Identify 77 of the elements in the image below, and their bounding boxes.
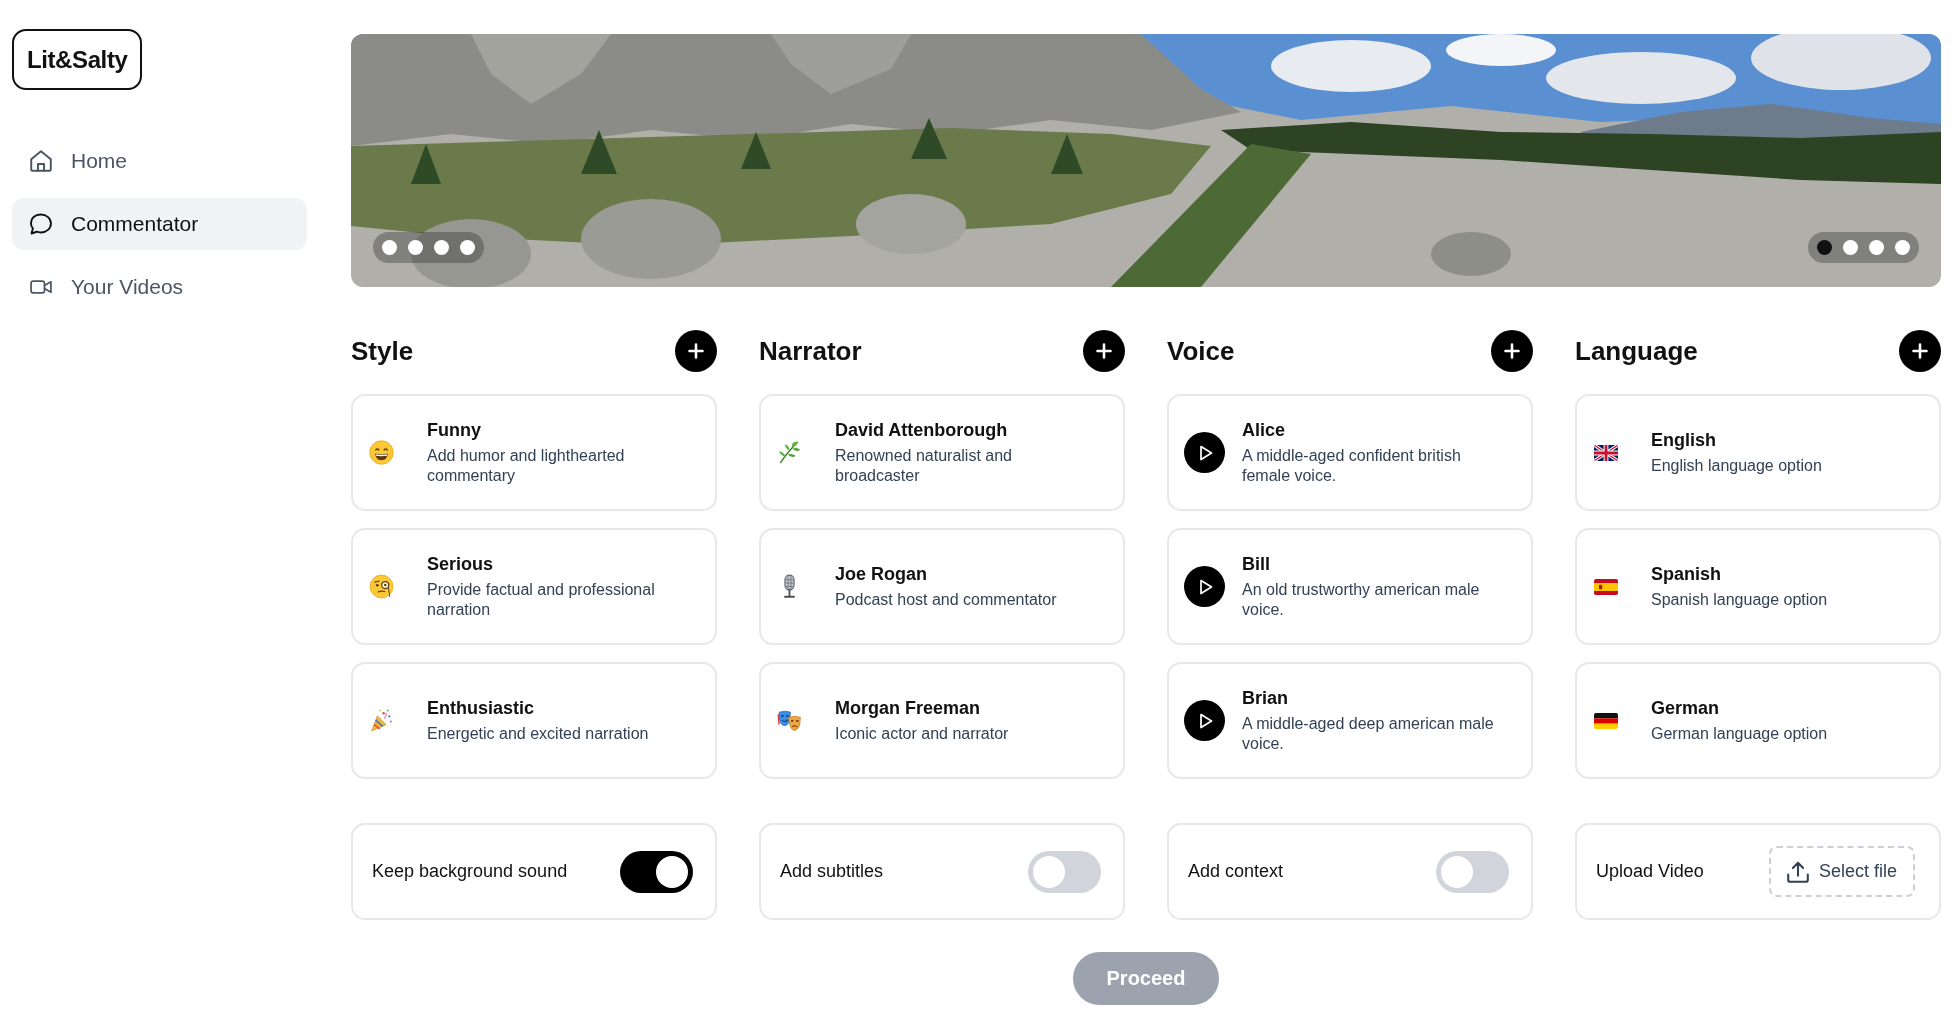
- select-file-button[interactable]: Select file: [1769, 846, 1915, 897]
- leaf-icon: [777, 440, 802, 465]
- toggle-switch[interactable]: [1436, 850, 1509, 893]
- add-button[interactable]: [1491, 330, 1533, 372]
- section-title: Language: [1575, 335, 1698, 367]
- option-card[interactable]: Morgan Freeman Iconic actor and narrator: [759, 662, 1125, 779]
- option-description: Renowned naturalist and broadcaster: [835, 446, 1013, 486]
- chat-bubble-icon: [30, 213, 52, 235]
- home-icon: [30, 150, 52, 172]
- option-card[interactable]: David Attenborough Renowned naturalist and broadcaster: [759, 394, 1125, 511]
- nav-item[interactable]: Your Videos: [12, 261, 307, 313]
- play-icon: [1199, 578, 1213, 595]
- uk-flag-icon: [1594, 444, 1618, 461]
- option-title: Alice: [1242, 419, 1287, 441]
- option-card[interactable]: German German language option: [1575, 662, 1941, 779]
- theater-masks-icon: [777, 708, 802, 733]
- option-description: An old trustworthy american male voice.: [1242, 580, 1481, 620]
- play-icon: [1199, 712, 1213, 729]
- option-title: Joe Rogan: [835, 563, 928, 585]
- option-description: German language option: [1651, 724, 1828, 744]
- play-button[interactable]: [1184, 432, 1225, 473]
- option-title: David Attenborough: [835, 419, 1009, 441]
- setting-label: Upload Video: [1596, 861, 1704, 882]
- option-description: Iconic actor and narrator: [835, 724, 1009, 744]
- setting-label: Add subtitles: [780, 861, 884, 882]
- option-card[interactable]: Enthusiastic Energetic and excited narration: [351, 662, 717, 779]
- option-description: A middle-aged confident british female voice.: [1242, 446, 1462, 486]
- option-title: Enthusiastic: [427, 697, 536, 719]
- option-card[interactable]: Serious Provide factual and professional narration: [351, 528, 717, 645]
- section-title: Voice: [1167, 335, 1235, 367]
- option-card[interactable]: Joe Rogan Podcast host and commentator: [759, 528, 1125, 645]
- option-title: Bill: [1242, 553, 1271, 575]
- party-popper-icon: [369, 708, 394, 733]
- option-title: Serious: [427, 553, 495, 575]
- play-icon: [1199, 444, 1213, 461]
- option-card[interactable]: Funny Add humor and lighthearted commentary: [351, 394, 717, 511]
- plus-icon: [1912, 343, 1928, 359]
- option-card[interactable]: Brian A middle-aged deep american male voice.: [1167, 662, 1533, 779]
- add-button[interactable]: [675, 330, 717, 372]
- option-description: Add humor and lighthearted commentary: [427, 446, 626, 486]
- add-button[interactable]: [1083, 330, 1125, 372]
- option-description: A middle-aged deep american male voice.: [1242, 714, 1495, 754]
- option-description: Podcast host and commentator: [835, 590, 1057, 610]
- add-button[interactable]: [1899, 330, 1941, 372]
- nav-item[interactable]: Home: [12, 135, 307, 187]
- option-card[interactable]: Spanish Spanish language option: [1575, 528, 1941, 645]
- option-description: Provide factual and professional narration: [427, 580, 656, 620]
- toggle-switch[interactable]: [620, 850, 693, 893]
- option-card[interactable]: Bill An old trustworthy american male voice.: [1167, 528, 1533, 645]
- section-title: Style: [351, 335, 414, 367]
- section-title: Narrator: [759, 335, 862, 367]
- upload-icon: [1786, 860, 1809, 883]
- option-description: English language option: [1651, 456, 1822, 476]
- option-description: Energetic and excited narration: [427, 724, 649, 744]
- plus-icon: [1096, 343, 1112, 359]
- option-title: Morgan Freeman: [835, 697, 982, 719]
- germany-flag-icon: [1594, 712, 1618, 729]
- setting-label: Add context: [1188, 861, 1284, 882]
- option-title: Funny: [427, 419, 482, 441]
- logo: Lit&Salty: [12, 29, 143, 90]
- plus-icon: [688, 343, 704, 359]
- plus-icon: [1504, 343, 1520, 359]
- option-title: Spanish: [1651, 563, 1722, 585]
- option-title: Brian: [1242, 687, 1289, 709]
- option-card[interactable]: English English language option: [1575, 394, 1941, 511]
- spain-flag-icon: [1594, 578, 1618, 595]
- play-button[interactable]: [1184, 700, 1225, 741]
- nav-item[interactable]: Commentator: [12, 198, 307, 250]
- option-description: Spanish language option: [1651, 590, 1828, 610]
- monocle-face-icon: [369, 574, 394, 599]
- option-title: German: [1651, 697, 1721, 719]
- option-title: English: [1651, 429, 1717, 451]
- play-button[interactable]: [1184, 566, 1225, 607]
- option-card[interactable]: Alice A middle-aged confident british female voice.: [1167, 394, 1533, 511]
- setting-label: Keep background sound: [372, 861, 568, 882]
- grinning-face-icon: [369, 440, 394, 465]
- toggle-switch[interactable]: [1028, 850, 1101, 893]
